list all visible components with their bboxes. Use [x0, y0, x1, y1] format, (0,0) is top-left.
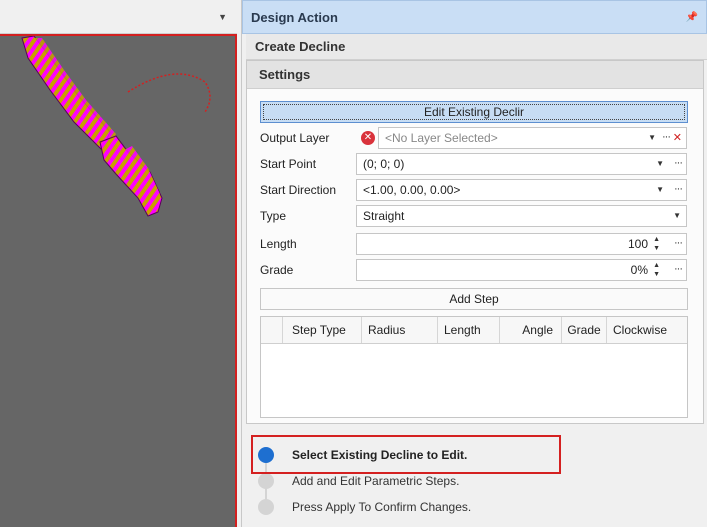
step-indicator	[258, 473, 274, 489]
steps-table[interactable]: Step Type Radius Length Angle Grade Cloc…	[260, 316, 688, 418]
grade-label: Grade	[260, 263, 294, 277]
chevron-down-icon[interactable]: ▼	[673, 206, 681, 226]
output-layer-value: <No Layer Selected>	[385, 131, 498, 145]
length-field[interactable]: 100 ▲ ▼ ···	[356, 233, 687, 255]
current-step-highlight	[251, 435, 561, 474]
start-point-field[interactable]: (0; 0; 0) ▼ ···	[356, 153, 687, 175]
3d-viewport[interactable]	[0, 34, 237, 527]
start-direction-value: <1.00, 0.00, 0.00>	[363, 183, 461, 197]
add-step-button[interactable]: Add Step	[260, 288, 688, 310]
column-header[interactable]: Radius	[362, 317, 438, 343]
start-direction-row: Start Direction <1.00, 0.00, 0.00> ▼ ···	[260, 179, 688, 201]
decline-model	[21, 36, 211, 217]
more-icon[interactable]: ···	[674, 153, 683, 173]
chevron-down-icon[interactable]: ▼	[656, 180, 664, 200]
section-title[interactable]: Create Decline	[246, 34, 707, 60]
error-icon: ✕	[361, 131, 375, 145]
design-action-panel: Design Action 📌 Create Decline Settings …	[241, 0, 707, 527]
output-layer-row: Output Layer ✕ <No Layer Selected> ▼ ···…	[260, 127, 688, 149]
step-item[interactable]: Press Apply To Confirm Changes.	[258, 494, 471, 520]
viewport-toolbar: ▼	[0, 0, 237, 34]
table-header: Step Type Radius Length Angle Grade Cloc…	[261, 317, 687, 344]
type-select[interactable]: Straight ▼	[356, 205, 687, 227]
panel-header: Design Action 📌	[242, 0, 707, 34]
spinner-icon[interactable]: ▲ ▼	[653, 235, 660, 253]
more-icon[interactable]: ···	[662, 127, 671, 147]
length-row: Length 100 ▲ ▼ ···	[260, 233, 688, 255]
type-row: Type Straight ▼	[260, 205, 688, 227]
column-header[interactable]: Step Type	[283, 317, 362, 343]
more-icon[interactable]: ···	[674, 179, 683, 199]
row-indicator-header	[261, 317, 283, 343]
chevron-down-icon[interactable]: ▼	[218, 12, 227, 22]
more-icon[interactable]: ···	[674, 259, 683, 279]
chevron-down-icon[interactable]: ▼	[648, 128, 656, 148]
grade-field[interactable]: 0% ▲ ▼ ···	[356, 259, 687, 281]
step-label: Add and Edit Parametric Steps.	[292, 474, 460, 488]
start-direction-field[interactable]: <1.00, 0.00, 0.00> ▼ ···	[356, 179, 687, 201]
start-point-value: (0; 0; 0)	[363, 157, 405, 171]
settings-title[interactable]: Settings	[247, 61, 703, 89]
edit-existing-decline-button[interactable]: Edit Existing Declir	[260, 101, 688, 123]
start-point-row: Start Point (0; 0; 0) ▼ ···	[260, 153, 688, 175]
pin-icon[interactable]: 📌	[686, 12, 698, 23]
step-indicator	[258, 499, 274, 515]
column-header[interactable]: Grade	[562, 317, 607, 343]
clear-icon[interactable]: ✕	[673, 128, 682, 148]
output-layer-label: Output Layer	[260, 131, 330, 145]
chevron-down-icon[interactable]: ▼	[656, 154, 664, 174]
column-header[interactable]: Angle	[500, 317, 562, 343]
settings-group: Settings Edit Existing Declir Output Lay…	[246, 60, 704, 424]
output-layer-select[interactable]: <No Layer Selected> ▼ ··· ✕	[378, 127, 687, 149]
wizard-steps: Select Existing Decline to Edit. Add and…	[246, 430, 707, 527]
more-icon[interactable]: ···	[674, 233, 683, 253]
type-label: Type	[260, 209, 287, 223]
grade-value: 0%	[630, 263, 648, 277]
length-label: Length	[260, 237, 297, 251]
start-direction-label: Start Direction	[260, 183, 337, 197]
start-point-label: Start Point	[260, 157, 317, 171]
grade-row: Grade 0% ▲ ▼ ···	[260, 259, 688, 281]
spinner-icon[interactable]: ▲ ▼	[653, 261, 660, 279]
type-value: Straight	[363, 209, 405, 223]
length-value: 100	[627, 237, 648, 251]
column-header[interactable]: Clockwise	[607, 317, 687, 343]
column-header[interactable]: Length	[438, 317, 500, 343]
step-label: Press Apply To Confirm Changes.	[292, 500, 472, 514]
panel-title: Design Action	[251, 9, 338, 25]
